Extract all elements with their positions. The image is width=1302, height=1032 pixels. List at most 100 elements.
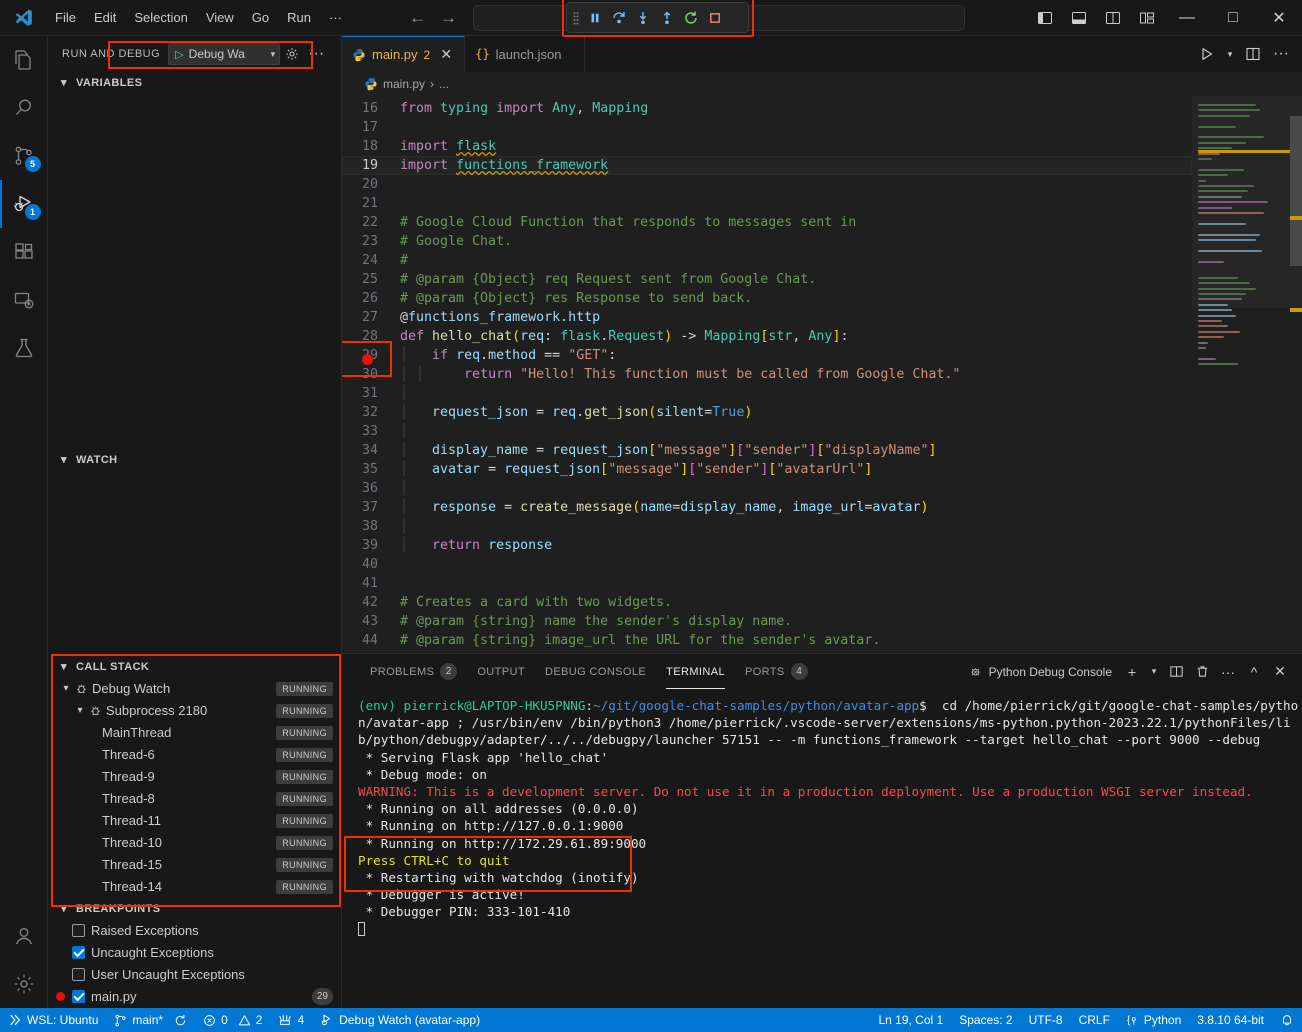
breakpoint-marker[interactable] xyxy=(362,354,373,365)
status-debug-session[interactable]: Debug Watch (avatar-app) xyxy=(312,1008,488,1032)
status-remote-host[interactable]: WSL: Ubuntu xyxy=(0,1008,106,1032)
close-window-button[interactable]: ✕ xyxy=(1256,0,1302,36)
code-line[interactable]: 20 xyxy=(342,175,1192,194)
code-line[interactable]: 33│ xyxy=(342,422,1192,441)
kill-terminal-button[interactable] xyxy=(1190,660,1214,684)
code-line[interactable]: 17 xyxy=(342,118,1192,137)
code-line[interactable]: 32│ request_json = req.get_json(silent=T… xyxy=(342,403,1192,422)
launch-configuration-dropdown[interactable]: ▷ Debug Wa ▾ xyxy=(168,43,280,65)
go-back-icon[interactable]: ← xyxy=(409,9,426,26)
call-stack-row[interactable]: ▾Debug WatchRUNNING xyxy=(48,678,341,700)
code-line[interactable]: 36│ xyxy=(342,479,1192,498)
panel-tab-output[interactable]: OUTPUT xyxy=(467,654,535,689)
menu-more[interactable]: ··· xyxy=(320,7,351,28)
chevron-down-icon[interactable]: ▾ xyxy=(271,49,276,60)
code-line[interactable]: 40 xyxy=(342,555,1192,574)
editor-scrollbar[interactable] xyxy=(1290,96,1302,653)
code-line[interactable]: 41 xyxy=(342,574,1192,593)
call-stack-row[interactable]: Thread-9RUNNING xyxy=(48,766,341,788)
stop-button[interactable] xyxy=(703,6,727,30)
panel-tab-ports[interactable]: PORTS 4 xyxy=(735,654,818,689)
code-line[interactable]: 31│ xyxy=(342,384,1192,403)
menu-file[interactable]: File xyxy=(46,7,85,28)
code-line[interactable]: 34│ display_name = request_json["message… xyxy=(342,441,1192,460)
status-language-mode[interactable]: Python xyxy=(1118,1008,1189,1032)
code-line[interactable]: 26# @param {Object} res Response to send… xyxy=(342,289,1192,308)
menu-view[interactable]: View xyxy=(197,7,243,28)
maximize-button[interactable]: □ xyxy=(1210,0,1256,36)
step-over-button[interactable] xyxy=(607,6,631,30)
activity-source-control[interactable]: 5 xyxy=(0,132,48,180)
code-line[interactable]: 18import flask xyxy=(342,137,1192,156)
sidebar-more-actions-button[interactable]: ··· xyxy=(304,42,328,66)
code-line[interactable]: 19import functions_framework xyxy=(342,156,1192,175)
editor-more-actions-button[interactable]: ··· xyxy=(1268,41,1294,67)
scrollbar-thumb[interactable] xyxy=(1290,116,1302,266)
panel-tab-debug-console[interactable]: DEBUG CONSOLE xyxy=(535,654,656,689)
go-forward-icon[interactable]: → xyxy=(440,9,457,26)
call-stack-row[interactable]: Thread-11RUNNING xyxy=(48,810,341,832)
activity-explorer[interactable] xyxy=(0,36,48,84)
menu-edit[interactable]: Edit xyxy=(85,7,125,28)
new-terminal-dropdown-button[interactable]: ▾ xyxy=(1146,660,1162,684)
status-eol[interactable]: CRLF xyxy=(1071,1008,1118,1032)
code-line[interactable]: 24# xyxy=(342,251,1192,270)
activity-run-and-debug[interactable]: 1 xyxy=(0,180,48,228)
chevron-down-icon[interactable]: ▾ xyxy=(58,683,74,694)
menu-go[interactable]: Go xyxy=(243,7,278,28)
status-cursor-position[interactable]: Ln 19, Col 1 xyxy=(870,1008,951,1032)
activity-search[interactable] xyxy=(0,84,48,132)
breakpoint-checkbox[interactable] xyxy=(72,924,85,937)
activity-accounts[interactable] xyxy=(0,912,48,960)
call-stack-row[interactable]: Thread-6RUNNING xyxy=(48,744,341,766)
breadcrumb-file[interactable]: main.py xyxy=(383,77,425,91)
code-line[interactable]: 28def hello_chat(req: flask.Request) -> … xyxy=(342,327,1192,346)
code-line[interactable]: 21 xyxy=(342,194,1192,213)
status-indentation[interactable]: Spaces: 2 xyxy=(951,1008,1020,1032)
code-text-area[interactable]: 16from typing import Any, Mapping1718imp… xyxy=(342,96,1192,653)
breakpoint-checkbox[interactable] xyxy=(72,968,85,981)
section-breakpoints[interactable]: ▾ BREAKPOINTS xyxy=(48,898,341,920)
restart-button[interactable] xyxy=(679,6,703,30)
close-panel-button[interactable]: ✕ xyxy=(1268,660,1292,684)
call-stack-row[interactable]: ▾Subprocess 2180RUNNING xyxy=(48,700,341,722)
status-git-branch[interactable]: main* xyxy=(106,1008,195,1032)
code-line[interactable]: 39│ return response xyxy=(342,536,1192,555)
code-line[interactable]: 43# @param {string} name the sender's di… xyxy=(342,612,1192,631)
toggle-panel-icon[interactable] xyxy=(1062,0,1096,36)
breakpoint-row[interactable]: User Uncaught Exceptions xyxy=(48,964,341,986)
terminal-text[interactable]: (env) pierrick@LAPTOP-HKU5PNNG:~/git/goo… xyxy=(358,697,1302,938)
breakpoint-row[interactable]: Raised Exceptions xyxy=(48,920,341,942)
panel-tab-problems[interactable]: PROBLEMS 2 xyxy=(360,654,467,689)
panel-more-actions-button[interactable]: ··· xyxy=(1216,660,1240,684)
terminal-output[interactable]: (env) pierrick@LAPTOP-HKU5PNNG:~/git/goo… xyxy=(342,689,1302,1008)
tab-launch-json[interactable]: {} launch.json xyxy=(465,36,585,72)
chevron-down-icon[interactable]: ▾ xyxy=(72,705,88,716)
call-stack-row[interactable]: Thread-10RUNNING xyxy=(48,832,341,854)
drag-handle-icon[interactable] xyxy=(569,11,583,25)
breakpoint-row[interactable]: Uncaught Exceptions xyxy=(48,942,341,964)
active-terminal-name[interactable]: Python Debug Console xyxy=(968,664,1112,679)
code-line[interactable]: 37│ response = create_message(name=displ… xyxy=(342,498,1192,517)
breakpoint-row[interactable]: main.py29 xyxy=(48,986,341,1008)
call-stack-row[interactable]: Thread-15RUNNING xyxy=(48,854,341,876)
minimize-button[interactable]: — xyxy=(1164,0,1210,36)
menu-selection[interactable]: Selection xyxy=(125,7,196,28)
breakpoint-checkbox[interactable] xyxy=(72,946,85,959)
breadcrumb-symbol[interactable]: ... xyxy=(439,77,449,91)
toggle-primary-sidebar-icon[interactable] xyxy=(1028,0,1062,36)
section-callstack[interactable]: ▾ CALL STACK xyxy=(48,656,341,678)
code-line[interactable]: 30│ │ return "Hello! This function must … xyxy=(342,365,1192,384)
menu-run[interactable]: Run xyxy=(278,7,320,28)
status-encoding[interactable]: UTF-8 xyxy=(1021,1008,1071,1032)
code-line[interactable]: 35│ avatar = request_json["message"]["se… xyxy=(342,460,1192,479)
code-line[interactable]: 45# @return {Object} a card with the use… xyxy=(342,650,1192,653)
split-terminal-button[interactable] xyxy=(1164,660,1188,684)
code-line[interactable]: 38│ xyxy=(342,517,1192,536)
code-line[interactable]: 22# Google Cloud Function that responds … xyxy=(342,213,1192,232)
call-stack-row[interactable]: Thread-14RUNNING xyxy=(48,876,341,898)
activity-manage-settings[interactable] xyxy=(0,960,48,1008)
panel-tab-terminal[interactable]: TERMINAL xyxy=(656,654,735,689)
pause-button[interactable] xyxy=(583,6,607,30)
section-variables[interactable]: ▾ VARIABLES xyxy=(48,72,341,93)
